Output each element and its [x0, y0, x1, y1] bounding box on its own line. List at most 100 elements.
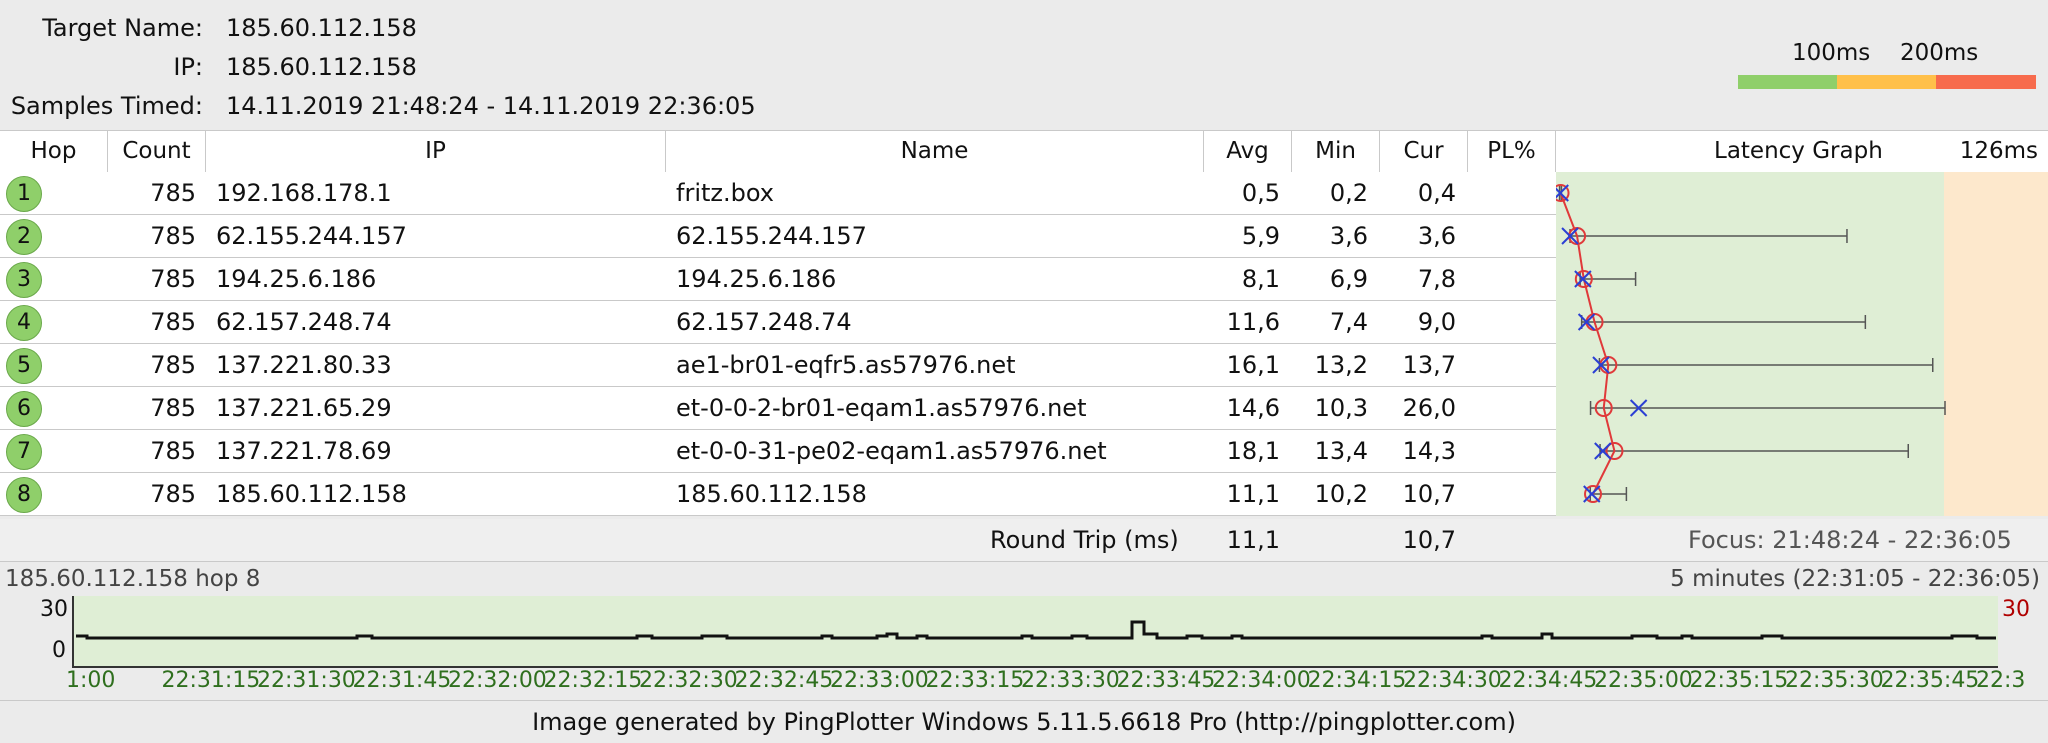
col-name[interactable]: Name — [666, 131, 1204, 172]
y-axis-top: 30 — [40, 597, 68, 622]
col-min[interactable]: Min — [1292, 131, 1380, 172]
legend-bar-good — [1738, 75, 1837, 89]
col-latency-graph[interactable]: Latency Graph 126ms — [1556, 131, 2048, 172]
timeline-background — [72, 596, 1998, 668]
ip-cell: 185.60.112.158 — [216, 480, 407, 508]
ip-value: 185.60.112.158 — [226, 53, 417, 81]
hop-number: 3 — [6, 262, 42, 298]
timeline-tick-label: 22:34:30 — [1403, 668, 1502, 693]
target-name-value: 185.60.112.158 — [226, 14, 417, 42]
avg-cell: 11,1 — [1226, 480, 1280, 508]
timeline-tick-label: 22:35:30 — [1785, 668, 1884, 693]
table-row[interactable]: 4 785 62.157.248.74 62.157.248.74 11,6 7… — [0, 301, 1556, 344]
cur-cell: 9,0 — [1417, 308, 1456, 336]
cur-cell: 10,7 — [1402, 480, 1456, 508]
timeline-tick-label: 22:33:00 — [830, 668, 929, 693]
round-trip-avg: 11,1 — [1226, 526, 1280, 554]
target-name-label: Target Name: — [42, 14, 203, 42]
latency-graph[interactable] — [1556, 172, 2048, 516]
timeline-range[interactable]: 5 minutes (22:31:05 - 22:36:05) — [1670, 566, 2040, 592]
col-hop[interactable]: Hop — [0, 131, 108, 172]
avg-cell: 18,1 — [1226, 437, 1280, 465]
ip-label: IP: — [173, 53, 203, 81]
cur-cell: 13,7 — [1402, 351, 1456, 379]
hop-number: 5 — [6, 348, 42, 384]
count-cell: 785 — [150, 480, 196, 508]
count-cell: 785 — [150, 351, 196, 379]
min-cell: 13,2 — [1314, 351, 1368, 379]
pl-cell — [1468, 301, 1544, 344]
samples-timed-value: 14.11.2019 21:48:24 - 14.11.2019 22:36:0… — [226, 92, 756, 120]
name-cell: 62.157.248.74 — [676, 308, 852, 336]
avg-cell: 16,1 — [1226, 351, 1280, 379]
timeline-tick-label: 22:31:30 — [257, 668, 356, 693]
hop-number: 8 — [6, 477, 42, 513]
hop-number: 7 — [6, 434, 42, 470]
count-cell: 785 — [150, 394, 196, 422]
timeline-tick-label: 22:35:00 — [1594, 668, 1693, 693]
cur-cell: 26,0 — [1402, 394, 1456, 422]
name-cell: et-0-0-31-pe02-eqam1.as57976.net — [676, 437, 1107, 465]
name-cell: et-0-0-2-br01-eqam1.as57976.net — [676, 394, 1087, 422]
pl-cell — [1468, 473, 1544, 516]
table-row[interactable]: 8 785 185.60.112.158 185.60.112.158 11,1… — [0, 473, 1556, 516]
timeline-tick-label: 22:33:30 — [1021, 668, 1120, 693]
min-cell: 7,4 — [1329, 308, 1368, 336]
ip-cell: 62.157.248.74 — [216, 308, 392, 336]
round-trip-cur: 10,7 — [1402, 526, 1456, 554]
focus-range[interactable]: Focus: 21:48:24 - 22:36:05 — [1688, 519, 2012, 561]
hop-number: 2 — [6, 219, 42, 255]
pl-cell — [1468, 344, 1544, 387]
ip-cell: 192.168.178.1 — [216, 179, 392, 207]
pl-cell — [1468, 172, 1544, 215]
col-pl[interactable]: PL% — [1468, 131, 1556, 172]
min-cell: 0,2 — [1329, 179, 1368, 207]
round-trip-row: Round Trip (ms) 11,1 10,7 Focus: 21:48:2… — [0, 519, 2048, 562]
col-avg[interactable]: Avg — [1204, 131, 1292, 172]
avg-cell: 14,6 — [1226, 394, 1280, 422]
timeline-tick-label: 22:32:30 — [639, 668, 738, 693]
col-count[interactable]: Count — [108, 131, 206, 172]
avg-cell: 11,6 — [1226, 308, 1280, 336]
table-row[interactable]: 1 785 192.168.178.1 fritz.box 0,5 0,2 0,… — [0, 172, 1556, 215]
table-row[interactable]: 5 785 137.221.80.33 ae1-br01-eqfr5.as579… — [0, 344, 1556, 387]
y-axis-right: 30 — [2002, 597, 2030, 622]
count-cell: 785 — [150, 179, 196, 207]
ip-cell: 137.221.78.69 — [216, 437, 392, 465]
name-cell: fritz.box — [676, 179, 775, 207]
timeline-tick-label: 1:00 — [66, 668, 116, 693]
table-row[interactable]: 6 785 137.221.65.29 et-0-0-2-br01-eqam1.… — [0, 387, 1556, 430]
cur-cell: 3,6 — [1417, 222, 1456, 250]
timeline-graph[interactable] — [72, 596, 2000, 668]
ip-cell: 194.25.6.186 — [216, 265, 377, 293]
count-cell: 785 — [150, 308, 196, 336]
table-row[interactable]: 3 785 194.25.6.186 194.25.6.186 8,1 6,9 … — [0, 258, 1556, 301]
timeline-tick-label: 22:33:45 — [1116, 668, 1216, 693]
col-cur[interactable]: Cur — [1380, 131, 1468, 172]
hop-number: 6 — [6, 391, 42, 427]
cur-cell: 7,8 — [1417, 265, 1456, 293]
timeline-title: 185.60.112.158 hop 8 — [5, 566, 261, 592]
name-cell: 62.155.244.157 — [676, 222, 867, 250]
count-cell: 785 — [150, 222, 196, 250]
table-header: Hop Count IP Name Avg Min Cur PL% Latenc… — [0, 130, 2048, 173]
timeline-tick-label: 22:32:15 — [543, 668, 643, 693]
legend-bar-warn — [1837, 75, 1936, 89]
pl-cell — [1468, 430, 1544, 473]
latency-zone-good — [1556, 172, 1944, 516]
legend-200ms: 200ms — [1900, 40, 1979, 66]
timeline-tick-label: 22:31:15 — [161, 668, 261, 693]
timeline-tick-label: 22:31:45 — [352, 668, 452, 693]
table-row[interactable]: 2 785 62.155.244.157 62.155.244.157 5,9 … — [0, 215, 1556, 258]
min-cell: 3,6 — [1329, 222, 1368, 250]
col-ip[interactable]: IP — [206, 131, 666, 172]
count-cell: 785 — [150, 437, 196, 465]
name-cell: 185.60.112.158 — [676, 480, 867, 508]
y-axis-bottom: 0 — [52, 638, 66, 663]
ip-cell: 62.155.244.157 — [216, 222, 407, 250]
min-cell: 10,2 — [1314, 480, 1368, 508]
timeline-tick-label: 22:34:45 — [1498, 668, 1598, 693]
timeline-tick-label: 22:34:00 — [1212, 668, 1311, 693]
timeline-tick-label: 22:3 — [1976, 668, 2026, 693]
table-row[interactable]: 7 785 137.221.78.69 et-0-0-31-pe02-eqam1… — [0, 430, 1556, 473]
